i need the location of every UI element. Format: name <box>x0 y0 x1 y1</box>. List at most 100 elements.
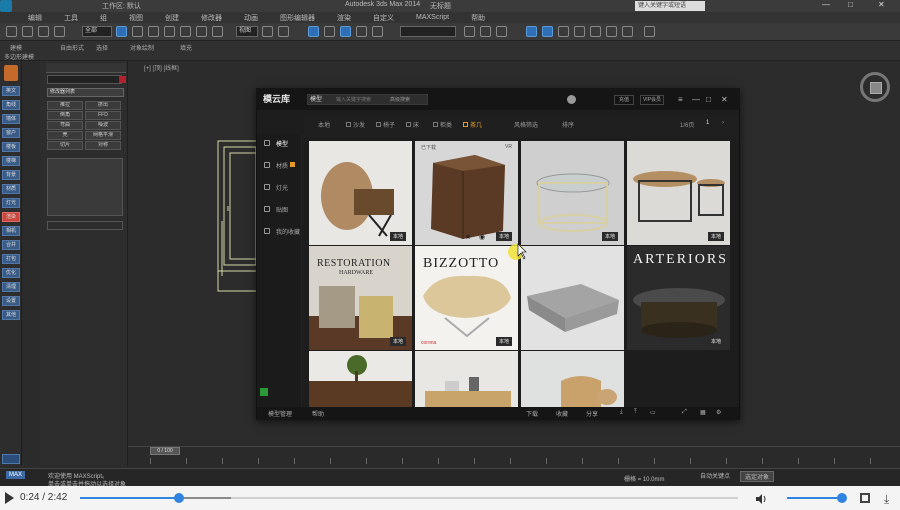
advanced-search-link[interactable]: 高级搜索 <box>390 95 410 105</box>
model-tile[interactable] <box>309 351 412 407</box>
side-item-4[interactable]: 我的收藏 <box>276 227 300 236</box>
rotate-icon[interactable] <box>196 26 207 37</box>
maximize-icon[interactable]: □ <box>848 0 853 9</box>
modifier-button[interactable]: 倒角 <box>47 111 83 120</box>
menu-item[interactable]: MAXScript <box>416 14 449 21</box>
move-icon[interactable] <box>180 26 191 37</box>
modifier-button[interactable]: 对称 <box>85 141 121 150</box>
ribbon-tab[interactable]: 选择 <box>96 43 108 52</box>
volume-knob[interactable] <box>837 493 847 503</box>
modifier-button[interactable]: 弯曲 <box>47 121 83 130</box>
fullscreen-icon[interactable] <box>860 493 870 503</box>
auto-key-button[interactable]: 自动关键点 <box>700 471 730 480</box>
named-selection-dropdown[interactable] <box>400 26 456 37</box>
side-item-0[interactable]: 模型 <box>276 139 288 148</box>
plugin-logo-icon[interactable] <box>4 65 18 81</box>
tool-strip-button[interactable]: 相机 <box>2 226 20 236</box>
menu-item[interactable]: 帮助 <box>471 13 485 23</box>
tool-strip-button[interactable]: 设置 <box>2 296 20 306</box>
model-tile[interactable]: 本地 <box>309 141 412 245</box>
select-name-icon[interactable] <box>132 26 143 37</box>
model-tile[interactable]: BIZZOTTO corona 本地 <box>415 246 518 350</box>
filter-3[interactable]: 床 <box>413 120 419 129</box>
tool-strip-button[interactable]: 角线 <box>2 100 20 110</box>
menu-item[interactable]: 视图 <box>129 13 143 23</box>
menu-item[interactable]: 编辑 <box>28 13 42 23</box>
side-item-2[interactable]: 灯光 <box>276 183 288 192</box>
menu-item[interactable]: 修改器 <box>201 13 222 23</box>
ribbon-tab[interactable]: 自由形式 <box>60 43 84 52</box>
maximize-icon[interactable]: □ <box>706 95 711 104</box>
workspace-label[interactable]: 工作区: 默认 <box>102 1 141 11</box>
menu-item[interactable]: 自定义 <box>373 13 394 23</box>
star-icon[interactable]: ★ <box>465 233 471 241</box>
info-icon[interactable]: ◉ <box>479 233 485 241</box>
schematic-icon[interactable] <box>558 26 569 37</box>
model-tile[interactable]: RESTORATION HARDWARE 本地 <box>309 246 412 350</box>
close-icon[interactable]: ✕ <box>878 0 885 9</box>
menu-icon[interactable]: ≡ <box>678 95 683 104</box>
percent-snap-icon[interactable] <box>340 26 351 37</box>
model-tile[interactable] <box>415 351 518 407</box>
select-icon[interactable] <box>116 26 127 37</box>
menu-item[interactable]: 创建 <box>165 13 179 23</box>
filter-checkbox[interactable] <box>406 122 411 127</box>
model-tile[interactable]: ARTERIORS 本地 <box>627 246 730 350</box>
search-placeholder[interactable]: 输入关键字搜索 <box>336 95 371 105</box>
filter-2[interactable]: 椅子 <box>383 120 395 129</box>
material-editor-icon[interactable] <box>574 26 585 37</box>
model-tile[interactable]: 本地 <box>521 141 624 245</box>
menu-item[interactable]: 动画 <box>244 13 258 23</box>
graphite-icon[interactable] <box>526 26 537 37</box>
selected-dropdown[interactable]: 选定对象 <box>740 471 775 482</box>
settings-icon[interactable]: ⚙ <box>716 409 721 416</box>
window-icon[interactable] <box>164 26 175 37</box>
close-icon[interactable]: ✕ <box>721 95 728 104</box>
spinner-snap-icon[interactable] <box>356 26 367 37</box>
export-icon[interactable]: ⤒ <box>634 409 637 416</box>
coord-dropdown[interactable]: 视图 <box>236 26 258 37</box>
grid-view-icon[interactable]: ▦ <box>700 409 706 416</box>
mirror-icon[interactable] <box>464 26 475 37</box>
selection-filter-dropdown[interactable]: 全部 <box>82 26 112 37</box>
minimize-icon[interactable]: — <box>692 95 700 104</box>
render-icon[interactable] <box>622 26 633 37</box>
tool-strip-button[interactable]: 英文 <box>2 86 20 96</box>
align-icon[interactable] <box>480 26 491 37</box>
menu-item[interactable]: 渲染 <box>337 13 351 23</box>
render-setup-icon[interactable] <box>590 26 601 37</box>
tool-strip-button[interactable]: 清理 <box>2 282 20 292</box>
filter-5[interactable]: 茶几 <box>470 120 482 129</box>
model-tile[interactable] <box>521 246 624 350</box>
recharge-button[interactable]: 充值 <box>614 95 634 105</box>
maxscript-button[interactable]: MAX <box>6 471 26 479</box>
ribbon-tab[interactable]: 建模 <box>10 43 22 52</box>
named-sel-icon[interactable] <box>372 26 383 37</box>
next-page-icon[interactable]: › <box>722 120 724 126</box>
model-tile[interactable]: 已下载 VR ★ ◉ 本地 <box>415 141 518 245</box>
modifier-list-dropdown[interactable]: 修改器列表 <box>47 88 124 97</box>
view-icon[interactable]: ▭ <box>650 409 656 416</box>
menu-item[interactable]: 组 <box>100 13 107 23</box>
tool-strip-button[interactable]: 优化 <box>2 268 20 278</box>
tool-strip-button[interactable]: 灯光 <box>2 198 20 208</box>
volume-slider[interactable] <box>787 497 843 499</box>
extra-icon[interactable] <box>644 26 655 37</box>
download-link[interactable]: 下载 <box>526 409 538 418</box>
tool-strip-bottom-button[interactable] <box>2 454 20 464</box>
filter-4[interactable]: 柜类 <box>440 120 452 129</box>
tool-strip-button[interactable]: 背景 <box>2 170 20 180</box>
render-frame-icon[interactable] <box>606 26 617 37</box>
ribbon-tab[interactable]: 填充 <box>180 43 192 52</box>
minimize-icon[interactable]: — <box>822 0 830 9</box>
tool-strip-button[interactable]: 楼梯 <box>2 156 20 166</box>
download-icon[interactable]: ⤓ <box>884 492 889 507</box>
video-scrub-knob[interactable] <box>173 493 184 503</box>
search-type-dropdown[interactable]: 模型 <box>310 95 322 105</box>
timeline[interactable] <box>128 446 900 468</box>
plugin-search[interactable]: 模型 输入关键字搜索 高级搜索 <box>307 94 428 105</box>
modifier-stack[interactable] <box>47 158 123 216</box>
viewcube-icon[interactable] <box>860 72 890 102</box>
avatar[interactable] <box>567 95 576 104</box>
favorite-link[interactable]: 收藏 <box>556 409 568 418</box>
